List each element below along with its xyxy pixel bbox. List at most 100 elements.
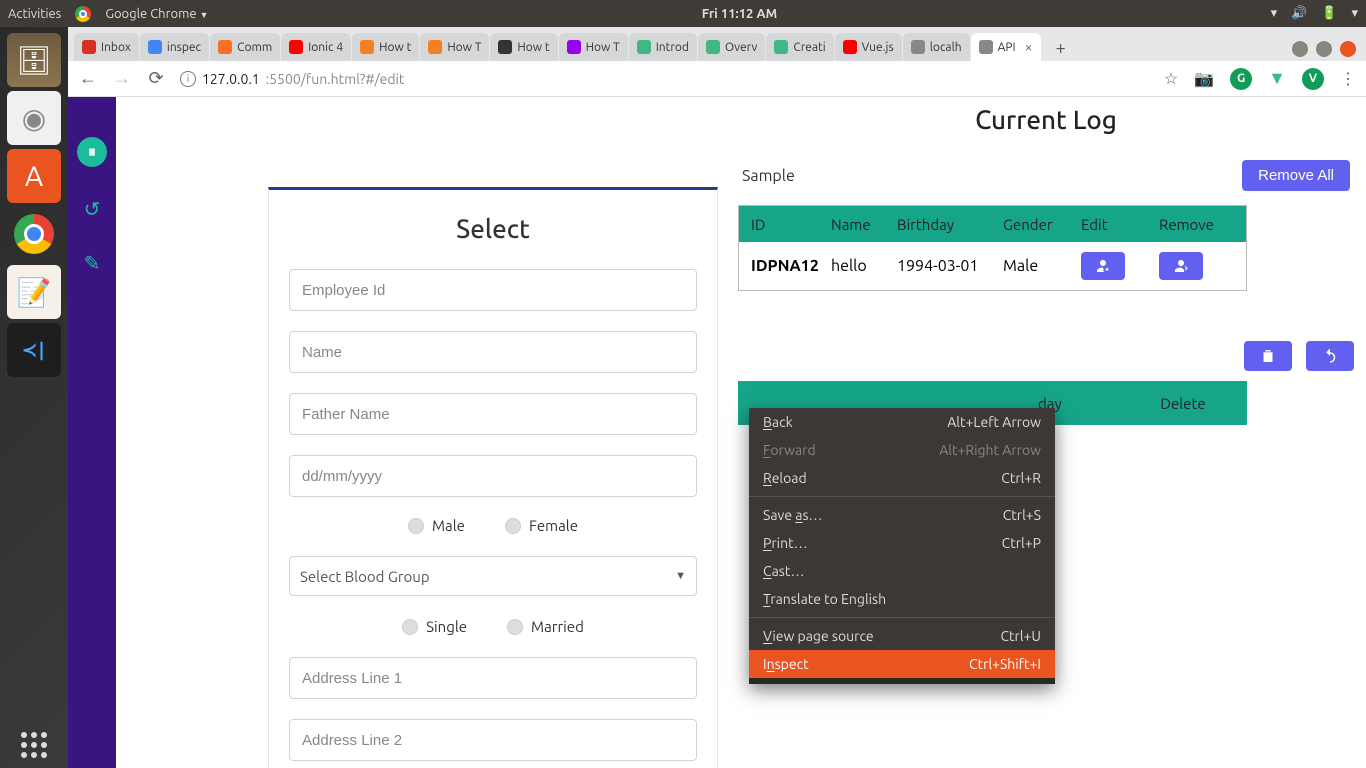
sidebar-edit-icon[interactable]: ✎ xyxy=(84,251,101,275)
remove-all-button[interactable]: Remove All xyxy=(1242,160,1350,191)
system-menu-bar: Activities Google Chrome ▼ Fri 11:12 AM … xyxy=(0,0,1366,27)
tab-introd[interactable]: Introd xyxy=(629,33,697,61)
form-title: Select xyxy=(289,214,697,243)
dock-chrome[interactable] xyxy=(7,207,61,261)
tab-how1[interactable]: How t xyxy=(352,33,419,61)
cm-forward-shortcut: Alt+Right Arrow xyxy=(939,442,1041,458)
url-path: :5500/fun.html?#/edit xyxy=(266,71,405,87)
tab-strip: Inbox inspec Comm Ionic 4 How t How T Ho… xyxy=(68,27,1366,61)
url-field[interactable]: i 127.0.0.1 :5500/fun.html?#/edit xyxy=(180,71,1150,87)
col-gender: Gender xyxy=(1003,216,1081,233)
tab-vuejs[interactable]: Vue.js xyxy=(835,33,902,61)
dock-text-editor[interactable]: 📝 xyxy=(7,265,61,319)
maximize-button[interactable] xyxy=(1316,41,1332,57)
dock-rhythmbox[interactable]: ◉ xyxy=(7,91,61,145)
close-window-button[interactable] xyxy=(1340,41,1356,57)
user-edit-icon xyxy=(1094,257,1112,275)
cell-birthday: 1994-03-01 xyxy=(897,257,1003,275)
tab-localh[interactable]: localh xyxy=(903,33,970,61)
edit-row-button[interactable] xyxy=(1081,252,1125,280)
col-id: ID xyxy=(739,216,831,233)
ubuntu-dock: 🗄 ◉ A 📝 ≺∣ xyxy=(0,27,68,768)
back-button[interactable]: ← xyxy=(78,68,98,89)
bookmark-icon[interactable]: ☆ xyxy=(1164,69,1178,88)
cm-print[interactable]: Print… Ctrl+P xyxy=(749,529,1055,557)
power-icon[interactable]: ▾ xyxy=(1351,6,1358,21)
cm-save-as[interactable]: Save as… Ctrl+S xyxy=(749,501,1055,529)
cm-reload-shortcut: Ctrl+R xyxy=(1001,470,1041,486)
dock-software[interactable]: A xyxy=(7,149,61,203)
cm-back[interactable]: Back Alt+Left Arrow xyxy=(749,408,1055,436)
address-line1-input[interactable] xyxy=(289,657,697,699)
volume-icon[interactable]: 🔊 xyxy=(1291,6,1307,21)
active-app-label[interactable]: Google Chrome ▼ xyxy=(105,7,208,21)
tab-ionic[interactable]: Ionic 4 xyxy=(281,33,351,61)
tab-inbox[interactable]: Inbox xyxy=(74,33,139,61)
log-table-header: ID Name Birthday Gender Edit Remove xyxy=(739,206,1246,242)
cm-back-shortcut: Alt+Left Arrow xyxy=(947,414,1041,430)
new-tab-button[interactable]: + xyxy=(1048,35,1074,61)
name-input[interactable] xyxy=(289,331,697,373)
form-card: Select Male Female Select Blood Group ▼ … xyxy=(268,187,718,768)
gender-female-radio[interactable]: Female xyxy=(505,517,578,534)
battery-icon[interactable]: 🔋 xyxy=(1321,6,1337,21)
current-log-title: Current Log xyxy=(738,105,1354,134)
url-host: 127.0.0.1 xyxy=(202,71,260,87)
tab-api[interactable]: API× xyxy=(971,33,1041,61)
current-log-panel: Current Log Sample Remove All ID Name Bi… xyxy=(738,105,1354,425)
site-info-icon[interactable]: i xyxy=(180,71,196,87)
undo-button[interactable] xyxy=(1306,341,1354,371)
gender-male-radio[interactable]: Male xyxy=(408,517,465,534)
dock-vscode[interactable]: ≺∣ xyxy=(7,323,61,377)
blood-group-select[interactable]: Select Blood Group ▼ xyxy=(289,556,697,596)
chrome-window: Inbox inspec Comm Ionic 4 How t How T Ho… xyxy=(68,27,1366,768)
tab-creat[interactable]: Creati xyxy=(766,33,833,61)
blood-group-placeholder: Select Blood Group xyxy=(300,568,430,585)
cm-reload[interactable]: Reload Ctrl+R xyxy=(749,464,1055,492)
camera-icon[interactable]: 📷 xyxy=(1194,69,1214,88)
cm-viewsource-shortcut: Ctrl+U xyxy=(1000,628,1041,644)
dob-input[interactable] xyxy=(289,455,697,497)
sidebar-history-icon[interactable]: ↺ xyxy=(84,197,101,221)
cm-saveas-shortcut: Ctrl+S xyxy=(1003,507,1041,523)
tab-how3[interactable]: How t xyxy=(490,33,557,61)
address-bar: ← → ⟳ i 127.0.0.1:5500/fun.html?#/edit ☆… xyxy=(68,61,1366,97)
minimize-button[interactable] xyxy=(1292,41,1308,57)
cm-separator xyxy=(749,496,1055,497)
cm-view-source[interactable]: View page source Ctrl+U xyxy=(749,622,1055,650)
grammarly-icon[interactable]: G xyxy=(1230,68,1252,90)
remove-row-button[interactable] xyxy=(1159,252,1203,280)
employee-id-input[interactable] xyxy=(289,269,697,311)
trash-icon xyxy=(1259,347,1277,365)
reload-button[interactable]: ⟳ xyxy=(146,68,166,89)
tab-comm[interactable]: Comm xyxy=(210,33,280,61)
cm-cast[interactable]: Cast… xyxy=(749,557,1055,585)
address-line2-input[interactable] xyxy=(289,719,697,761)
close-icon[interactable]: × xyxy=(1025,39,1033,55)
trash-button[interactable] xyxy=(1244,341,1292,371)
cm-inspect[interactable]: Inspect Ctrl+Shift+I xyxy=(749,650,1055,678)
dock-show-applications[interactable] xyxy=(0,732,68,758)
col-birthday: Birthday xyxy=(897,216,1003,233)
cell-gender: Male xyxy=(1003,257,1081,275)
profile-avatar[interactable]: V xyxy=(1302,68,1324,90)
chrome-icon xyxy=(75,6,91,22)
tab-how2[interactable]: How T xyxy=(420,33,489,61)
dock-files[interactable]: 🗄 xyxy=(7,33,61,87)
chrome-menu-icon[interactable]: ⋮ xyxy=(1340,69,1356,88)
cm-print-shortcut: Ctrl+P xyxy=(1002,535,1041,551)
sidebar-logo-icon[interactable]: ⏸ xyxy=(77,137,107,167)
activities-button[interactable]: Activities xyxy=(8,7,61,21)
marital-married-radio[interactable]: Married xyxy=(507,618,584,635)
tab-how4[interactable]: How T xyxy=(559,33,628,61)
vue-devtools-icon[interactable]: ▼ xyxy=(1268,68,1286,89)
page-viewport: ⏸ ↺ ✎ Select Male Female Select Blood Gr… xyxy=(68,97,1366,768)
wifi-icon[interactable]: ▾ xyxy=(1271,6,1278,21)
father-name-input[interactable] xyxy=(289,393,697,435)
marital-single-radio[interactable]: Single xyxy=(402,618,467,635)
cm-translate[interactable]: Translate to English xyxy=(749,585,1055,613)
system-clock: Fri 11:12 AM xyxy=(208,7,1270,21)
tab-overv[interactable]: Overv xyxy=(698,33,765,61)
tab-inspec[interactable]: inspec xyxy=(140,33,209,61)
window-controls xyxy=(1292,41,1366,61)
